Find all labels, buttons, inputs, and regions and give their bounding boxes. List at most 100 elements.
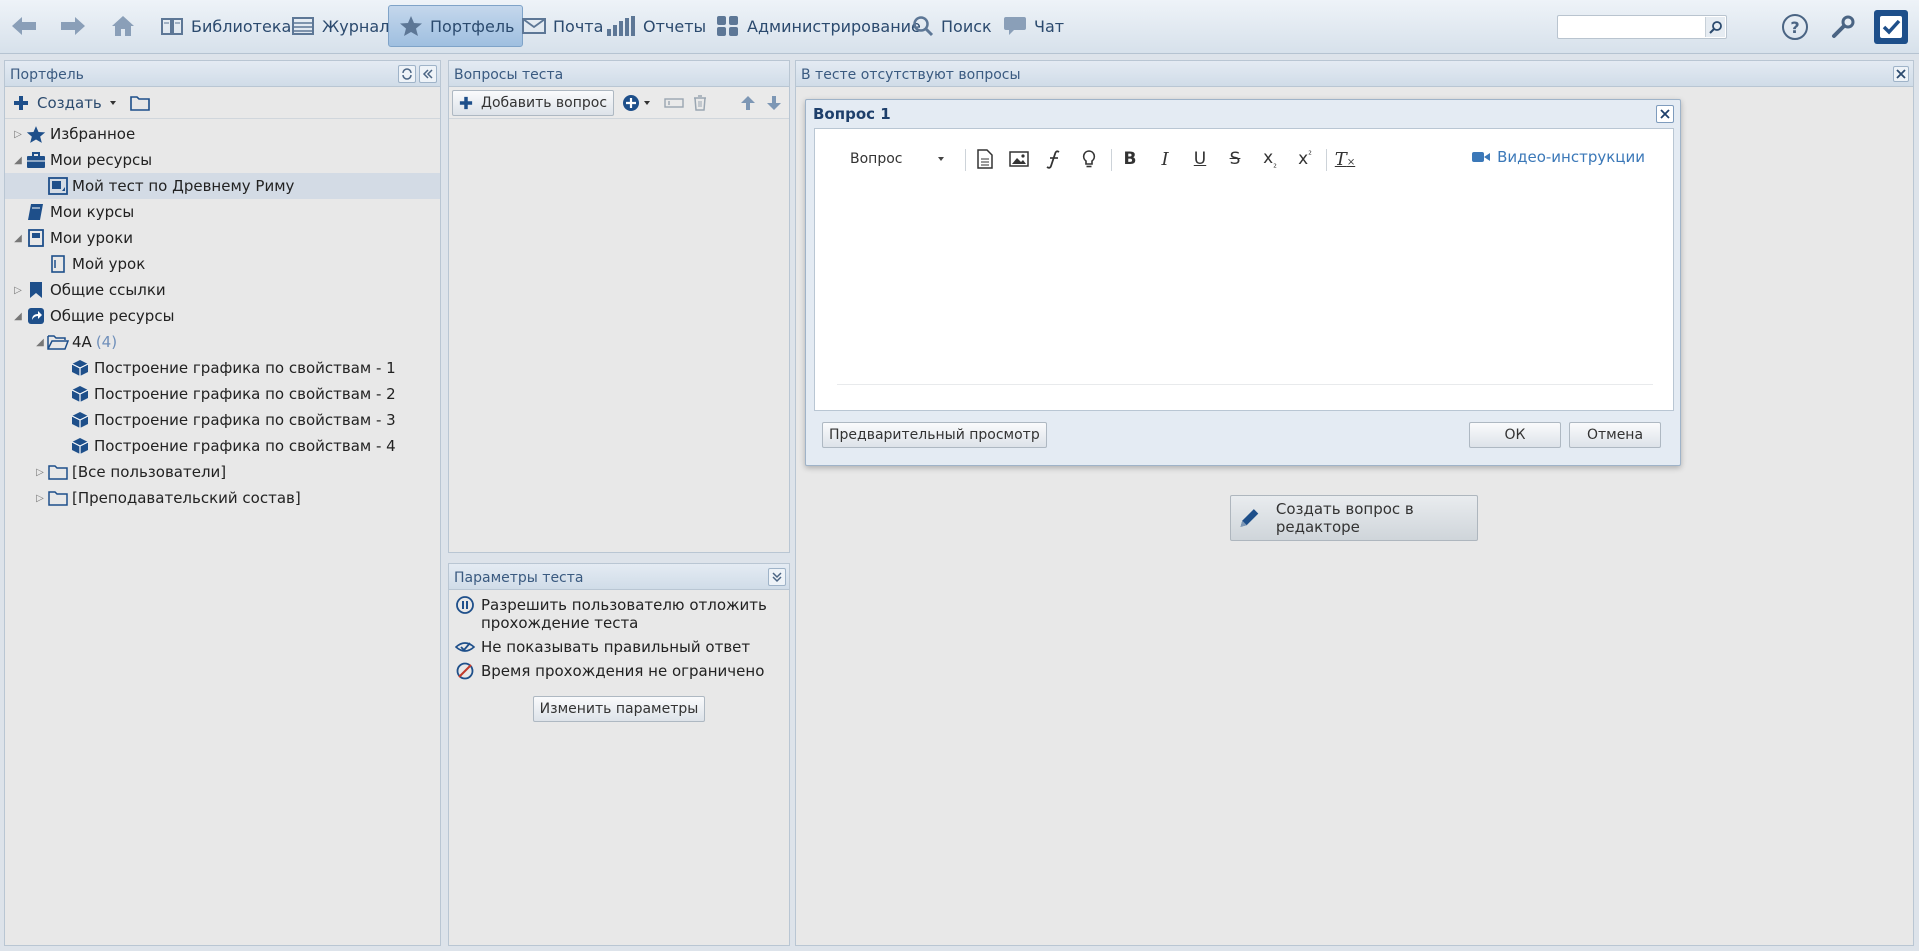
nav-reports[interactable]: Отчеты <box>606 5 706 47</box>
video-instructions-label: Видео-инструкции <box>1497 148 1645 166</box>
subscript-button[interactable]: x₂ <box>1257 147 1283 171</box>
video-instructions-link[interactable]: Видео-инструкции <box>1471 148 1645 166</box>
cancel-button[interactable]: Отмена <box>1569 422 1661 448</box>
test-params-header: Параметры теста <box>449 564 789 590</box>
bold-button[interactable]: B <box>1117 147 1143 171</box>
add-menu-button[interactable] <box>622 94 652 112</box>
expand-icon[interactable]: ▷ <box>33 493 47 504</box>
questions-panel-title: Вопросы теста <box>454 67 564 83</box>
change-params-button[interactable]: Изменить параметры <box>532 696 706 722</box>
nav-journal[interactable]: Журнал <box>291 5 389 47</box>
nav-reports-label: Отчеты <box>643 16 707 36</box>
insert-document-button[interactable] <box>972 147 998 171</box>
caret-down-icon <box>644 100 651 105</box>
subscript-icon: x₂ <box>1263 147 1277 171</box>
mail-icon <box>522 18 546 34</box>
add-question-button[interactable]: Добавить вопрос <box>452 89 615 116</box>
home-icon <box>112 16 134 36</box>
svg-text:?: ? <box>1790 18 1799 37</box>
expand-icon[interactable]: ▷ <box>11 285 25 296</box>
bold-icon: B <box>1123 149 1137 169</box>
tree-item-my-lesson[interactable]: Мой урок <box>5 251 440 277</box>
cube-icon <box>71 386 89 402</box>
italic-button[interactable]: I <box>1152 147 1178 171</box>
refresh-button[interactable] <box>398 65 416 83</box>
delete-button[interactable] <box>692 94 708 112</box>
tree-item-resource-2[interactable]: Построение графика по свойствам - 2 <box>5 381 440 407</box>
test-image-icon <box>48 177 68 195</box>
collapse-icon[interactable]: ◢ <box>11 311 25 322</box>
insert-image-button[interactable] <box>1006 147 1032 171</box>
clear-format-icon: T× <box>1334 148 1356 170</box>
nav-portfolio[interactable]: Портфель <box>388 5 524 47</box>
tree-item-label: Мои уроки <box>50 229 134 247</box>
search-icon <box>913 16 934 37</box>
tree-item-resource-1[interactable]: Построение графика по свойствам - 1 <box>5 355 440 381</box>
question-editor: Вопрос B I U S x₂ x² T× Видео-инструкции <box>814 128 1674 411</box>
create-in-editor-button[interactable]: Создать вопрос в редакторе <box>1230 495 1478 541</box>
tree-item-shared-links[interactable]: ▷ Общие ссылки <box>5 277 440 303</box>
tree-item-all-users[interactable]: ▷ [Все пользователи] <box>5 459 440 485</box>
clear-format-button[interactable]: T× <box>1332 147 1358 171</box>
expand-icon[interactable]: ▷ <box>11 129 25 140</box>
superscript-button[interactable]: x² <box>1292 147 1318 171</box>
underline-button[interactable]: U <box>1187 147 1213 171</box>
param-hide-answer: Не показывать правильный ответ <box>449 632 789 656</box>
tree-item-resource-3[interactable]: Построение графика по свойствам - 3 <box>5 407 440 433</box>
insert-hint-button[interactable] <box>1076 147 1102 171</box>
star-icon <box>400 16 422 36</box>
tree-item-label: Построение графика по свойствам - 1 <box>94 359 396 377</box>
back-button[interactable] <box>10 5 38 47</box>
cancel-label: Отмена <box>1586 427 1644 443</box>
preview-button[interactable]: Предварительный просмотр <box>822 422 1047 448</box>
move-up-button[interactable] <box>739 94 757 112</box>
rename-button[interactable] <box>664 96 684 110</box>
close-panel-button[interactable] <box>1893 66 1909 82</box>
italic-icon: I <box>1161 148 1169 170</box>
caret-down-icon <box>938 157 944 161</box>
forward-button[interactable] <box>59 5 87 47</box>
format-select[interactable]: Вопрос <box>850 147 946 171</box>
question-text-area[interactable] <box>837 189 1653 385</box>
collapse-panel-button[interactable] <box>419 65 437 83</box>
insert-formula-button[interactable] <box>1041 147 1067 171</box>
collapse-params-button[interactable] <box>768 568 786 586</box>
help-button[interactable]: ? <box>1780 12 1810 42</box>
expand-icon[interactable]: ▷ <box>33 467 47 478</box>
create-button[interactable]: Создать <box>13 94 118 112</box>
nav-mail[interactable]: Почта <box>522 5 603 47</box>
tree-item-my-resources[interactable]: ◢ Мои ресурсы <box>5 147 440 173</box>
collapse-icon[interactable]: ◢ <box>11 155 25 166</box>
tree-item-group-4a[interactable]: ◢ 4А (4) <box>5 329 440 355</box>
tree-item-my-lessons[interactable]: ◢ Мои уроки <box>5 225 440 251</box>
nav-library[interactable]: Библиотека <box>160 5 291 47</box>
bar-chart-icon <box>607 16 635 36</box>
strikethrough-button[interactable]: S <box>1222 147 1248 171</box>
collapse-icon[interactable]: ◢ <box>11 233 25 244</box>
tree-item-label: Общие ресурсы <box>50 307 175 325</box>
tree-item-my-test[interactable]: Мой тест по Древнему Риму <box>5 173 440 199</box>
global-search-input[interactable] <box>1558 16 1698 38</box>
tree-item-label: Мой тест по Древнему Риму <box>72 177 295 195</box>
refresh-icon <box>402 68 412 80</box>
circle-plus-icon <box>623 94 640 111</box>
nav-admin[interactable]: Администрирование <box>716 5 921 47</box>
nav-admin-label: Администрирование <box>747 16 921 36</box>
settings-button[interactable] <box>1828 12 1858 42</box>
tree-item-shared-resources[interactable]: ◢ Общие ресурсы <box>5 303 440 329</box>
home-button[interactable] <box>110 5 136 47</box>
ok-button[interactable]: ОК <box>1469 422 1561 448</box>
move-down-button[interactable] <box>765 94 783 112</box>
collapse-icon[interactable]: ◢ <box>33 337 47 348</box>
nav-chat[interactable]: Чат <box>1003 5 1064 47</box>
tree-item-my-courses[interactable]: Мои курсы <box>5 199 440 225</box>
tree-item-resource-4[interactable]: Построение графика по свойствам - 4 <box>5 433 440 459</box>
dialog-close-button[interactable] <box>1656 105 1674 123</box>
folder-icon <box>48 491 68 506</box>
tree-item-teachers[interactable]: ▷ [Преподавательский состав] <box>5 485 440 511</box>
new-folder-button[interactable] <box>129 95 150 111</box>
tasks-button[interactable] <box>1874 10 1908 44</box>
global-search-button[interactable] <box>1705 17 1725 37</box>
tree-item-favorites[interactable]: ▷ Избранное <box>5 121 440 147</box>
nav-search[interactable]: Поиск <box>912 5 992 47</box>
